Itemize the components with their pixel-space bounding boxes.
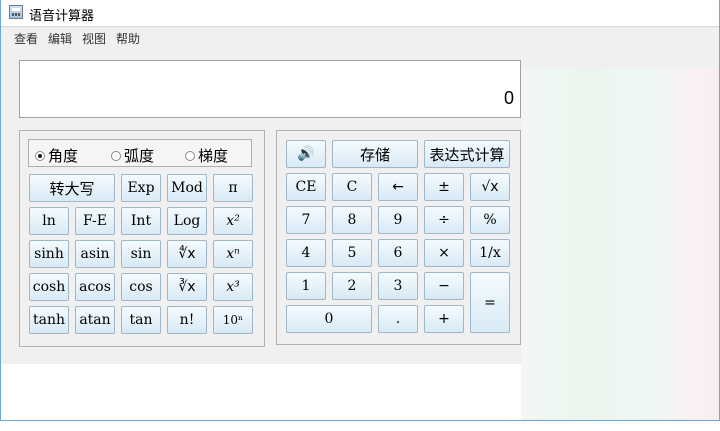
result-display: 0 [19, 60, 521, 118]
digit-0-button[interactable]: 0 [286, 305, 372, 333]
factorial-button[interactable]: n! [167, 306, 207, 334]
radio-unselected-icon [185, 151, 195, 161]
clear-entry-button[interactable]: CE [286, 173, 326, 201]
digit-6-button[interactable]: 6 [378, 239, 418, 267]
asin-button[interactable]: asin [75, 240, 115, 268]
radio-degree[interactable]: 角度 [35, 145, 78, 166]
clear-button[interactable]: C [332, 173, 372, 201]
plus-button[interactable]: + [424, 305, 464, 333]
radio-gradian[interactable]: 梯度 [185, 145, 228, 166]
mod-button[interactable]: Mod [167, 174, 207, 202]
percent-button[interactable]: % [470, 206, 510, 234]
window-title: 语音计算器 [29, 9, 95, 24]
radio-unselected-icon [111, 151, 121, 161]
sqrt-button[interactable]: √x [470, 173, 510, 201]
expression-button[interactable]: 表达式计算 [424, 140, 510, 168]
radio-gradian-label: 梯度 [198, 147, 229, 165]
digit-8-button[interactable]: 8 [332, 206, 372, 234]
ln-button[interactable]: ln [29, 207, 69, 235]
to-upper-button[interactable]: 转大写 [29, 174, 115, 202]
plus-minus-button[interactable]: ± [424, 173, 464, 201]
digit-5-button[interactable]: 5 [332, 239, 372, 267]
reciprocal-button[interactable]: 1/x [470, 239, 510, 267]
tan-button[interactable]: tan [121, 306, 161, 334]
radio-selected-icon [35, 151, 45, 161]
menu-help[interactable]: 帮助 [116, 30, 140, 47]
cube-root-button[interactable]: ∛x [167, 273, 207, 301]
fe-button[interactable]: F-E [75, 207, 115, 235]
angle-mode-group: 角度 弧度 梯度 [28, 139, 252, 167]
x-power-n-button[interactable]: xⁿ [213, 240, 253, 268]
equals-button[interactable]: = [470, 272, 510, 333]
digit-3-button[interactable]: 3 [378, 272, 418, 300]
multiply-button[interactable]: × [424, 239, 464, 267]
acos-button[interactable]: acos [75, 273, 115, 301]
cosh-button[interactable]: cosh [29, 273, 69, 301]
display-value: 0 [503, 88, 514, 108]
radio-degree-label: 角度 [48, 147, 79, 165]
minus-button[interactable]: − [424, 272, 464, 300]
x-squared-button[interactable]: x² [213, 207, 253, 235]
cos-button[interactable]: cos [121, 273, 161, 301]
menu-view-mode[interactable]: 视图 [82, 30, 106, 47]
exp-button[interactable]: Exp [121, 174, 161, 202]
bottom-area [1, 364, 521, 420]
decimal-point-button[interactable]: . [378, 305, 418, 333]
radio-radian-label: 弧度 [124, 147, 155, 165]
tanh-button[interactable]: tanh [29, 306, 69, 334]
ten-power-n-button[interactable]: 10ⁿ [213, 306, 253, 334]
background-strip [521, 68, 719, 419]
digit-4-button[interactable]: 4 [286, 239, 326, 267]
digit-7-button[interactable]: 7 [286, 206, 326, 234]
digit-9-button[interactable]: 9 [378, 206, 418, 234]
menu-bar: 查看 编辑 视图 帮助 [1, 27, 719, 49]
menu-edit[interactable]: 编辑 [48, 30, 72, 47]
radio-radian[interactable]: 弧度 [111, 145, 154, 166]
calculator-app-icon [9, 5, 23, 19]
memory-button[interactable]: 存储 [332, 140, 418, 168]
speaker-icon[interactable]: 🔊 [286, 140, 326, 168]
divide-button[interactable]: ÷ [424, 206, 464, 234]
pi-button[interactable]: π [213, 174, 253, 202]
menu-view[interactable]: 查看 [14, 30, 38, 47]
nth-root-button[interactable]: ∜x [167, 240, 207, 268]
sin-button[interactable]: sin [121, 240, 161, 268]
int-button[interactable]: Int [121, 207, 161, 235]
title-bar: 语音计算器 [1, 0, 719, 27]
digit-1-button[interactable]: 1 [286, 272, 326, 300]
x-cubed-button[interactable]: x³ [213, 273, 253, 301]
log-button[interactable]: Log [167, 207, 207, 235]
sinh-button[interactable]: sinh [29, 240, 69, 268]
backspace-button[interactable]: ← [378, 173, 418, 201]
digit-2-button[interactable]: 2 [332, 272, 372, 300]
atan-button[interactable]: atan [75, 306, 115, 334]
